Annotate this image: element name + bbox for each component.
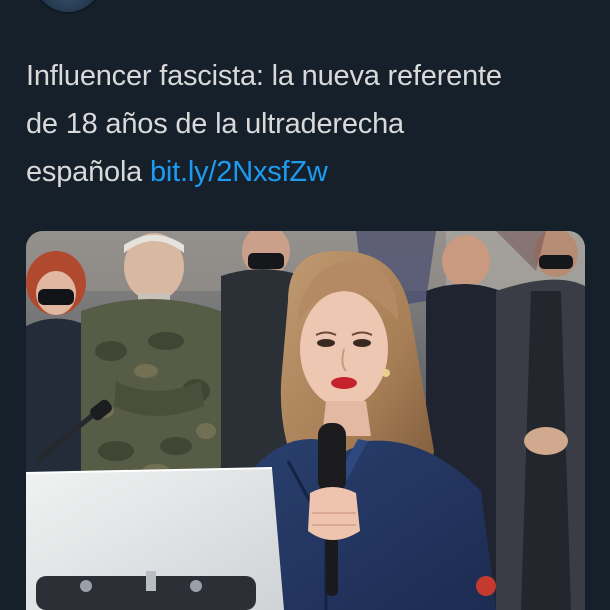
tweet-body: Influencer fascista: la nueva referente … bbox=[26, 52, 596, 196]
tweet-text-line-1: Influencer fascista: la nueva referente bbox=[26, 60, 502, 92]
tweet-text-line-2: de 18 años de la ultraderecha bbox=[26, 108, 404, 140]
tweet-text-line-3: española bit.ly/2NxsfZw bbox=[26, 148, 596, 196]
tweet-screen: Influencer fascista: la nueva referente … bbox=[0, 0, 610, 610]
video-thumbnail-icon bbox=[26, 231, 585, 610]
avatar[interactable] bbox=[34, 0, 102, 12]
tweet-text-line-3-word: española bbox=[26, 156, 143, 188]
tweet-link[interactable]: bit.ly/2NxsfZw bbox=[150, 156, 328, 188]
media-card[interactable] bbox=[26, 231, 585, 610]
